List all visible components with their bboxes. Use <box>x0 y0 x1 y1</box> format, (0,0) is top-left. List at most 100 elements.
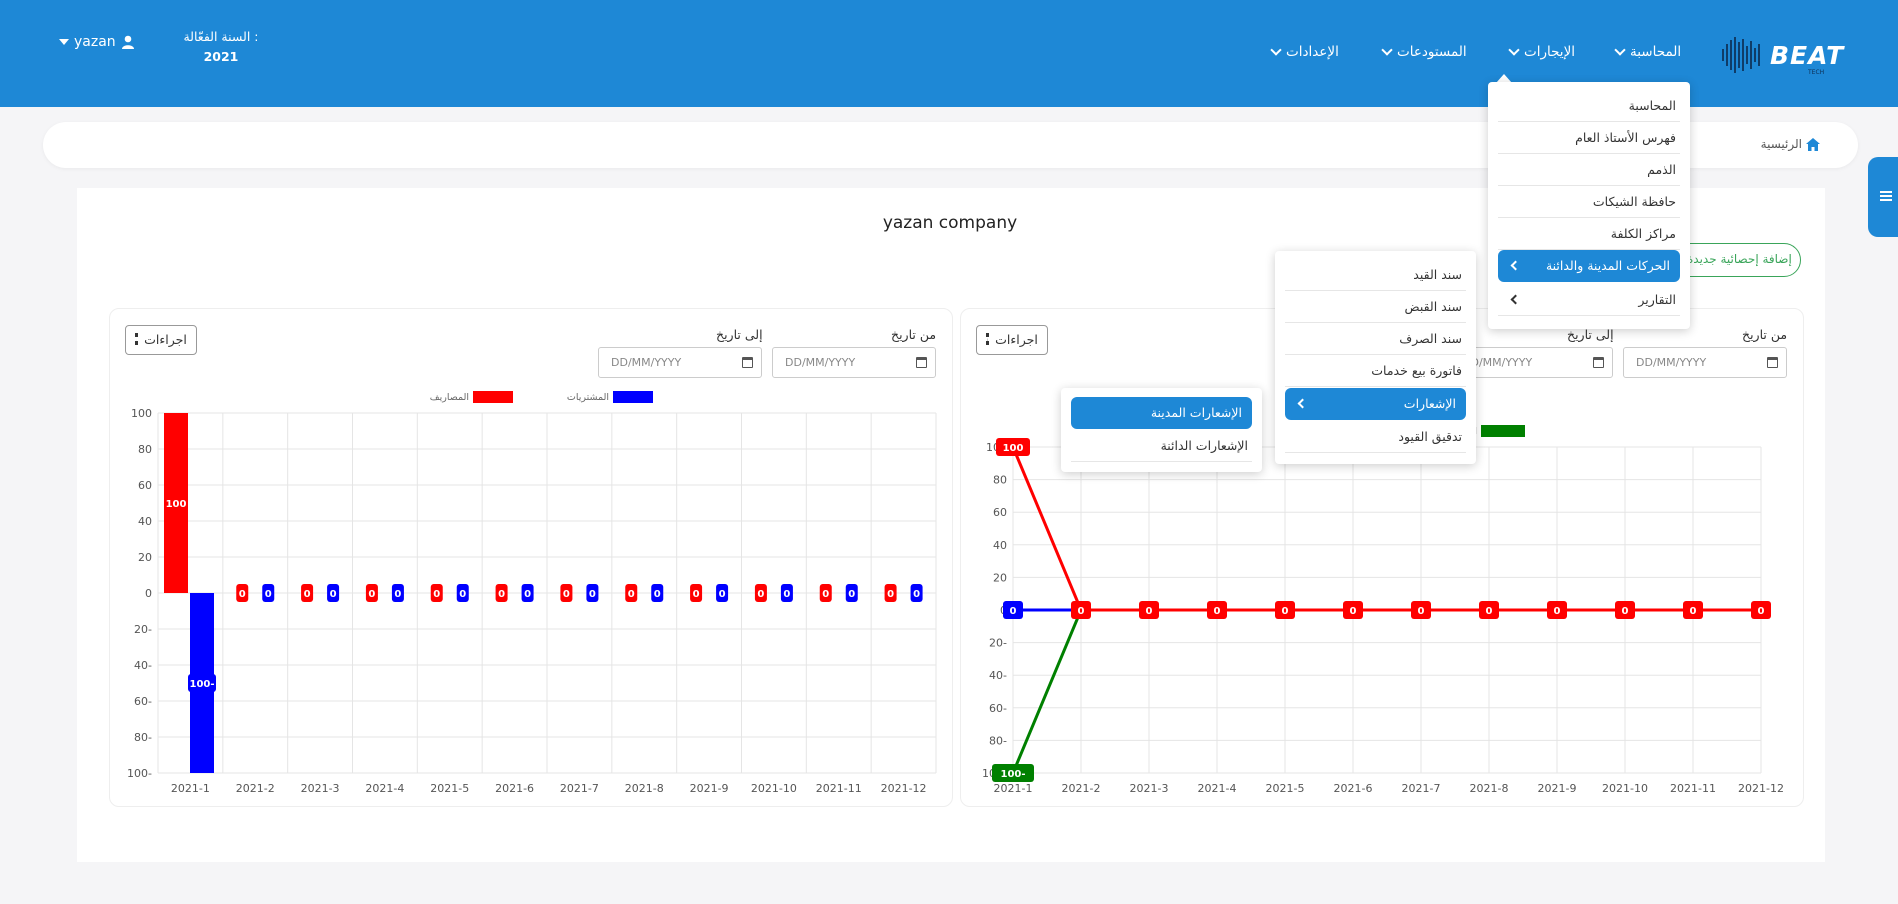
data-label: 0 <box>913 589 920 600</box>
data-label: 0 <box>848 589 855 600</box>
legend-label: المشتريات <box>567 392 609 403</box>
menu-item-accounting[interactable]: المحاسبة <box>1498 90 1680 122</box>
x-tick-label: 2021-10 <box>1602 782 1648 795</box>
data-label: 0 <box>433 589 440 600</box>
nav-settings[interactable]: الإعدادات <box>1270 44 1339 60</box>
hamburger-icon <box>1880 191 1892 193</box>
data-label: 0 <box>1010 606 1017 617</box>
menu-item-credit-notices[interactable]: الإشعارات الدائنة <box>1071 430 1252 462</box>
menu-item-notices[interactable]: الإشعارات <box>1285 388 1466 420</box>
data-label: 0 <box>757 589 764 600</box>
x-tick-label: 2021-7 <box>560 782 599 795</box>
menu-item-debit-credit[interactable]: الحركات المدينة والدائنة <box>1498 250 1680 282</box>
x-tick-label: 2021-4 <box>1198 782 1237 795</box>
y-tick-label: 0 <box>145 587 152 600</box>
chevron-left-icon <box>1510 294 1521 305</box>
menu-item-general-ledger[interactable]: فهرس الأستاذ العام <box>1498 122 1680 154</box>
y-tick-label: 20- <box>134 623 152 636</box>
x-tick-label: 2021-8 <box>625 782 664 795</box>
data-label: 0 <box>1486 606 1493 617</box>
menu-item-cheques[interactable]: حافظة الشيكات <box>1498 186 1680 218</box>
y-tick-label: 20 <box>138 551 152 564</box>
data-label: 0 <box>1282 606 1289 617</box>
data-label: 0 <box>654 589 661 600</box>
chevron-down-icon <box>1381 44 1393 56</box>
x-tick-label: 2021-8 <box>1470 782 1509 795</box>
data-label: 100 <box>166 499 187 510</box>
menu-item-payment-voucher[interactable]: سند الصرف <box>1285 323 1466 355</box>
menu-item-cost-centers[interactable]: مراكز الكلفة <box>1498 218 1680 250</box>
chevron-down-icon <box>1508 44 1520 56</box>
sidebar-toggle-button[interactable] <box>1868 157 1898 237</box>
nav-label: الإعدادات <box>1286 44 1339 60</box>
data-label: 0 <box>563 589 570 600</box>
expenses-bar-chart: 100 80 60 40 20 0 20- 40- 60- 80- 100- 2021-1 2021-2… <box>127 391 937 795</box>
data-label: 0 <box>1350 606 1357 617</box>
chart-panel-expenses: اجراءات إلى تاريخ من تاريخ DD/MM/YYYY DD… <box>109 308 953 807</box>
data-label: 100- <box>189 679 214 690</box>
home-icon <box>1806 137 1820 151</box>
x-tick-label: 2021-3 <box>301 782 340 795</box>
y-tick-label: 60- <box>134 695 152 708</box>
user-icon <box>121 35 134 49</box>
y-tick-label: 80- <box>989 734 1007 747</box>
nav-rentals[interactable]: الإيجارات <box>1508 44 1576 60</box>
data-label: 0 <box>783 589 790 600</box>
series-line <box>1011 608 1761 774</box>
nav-warehouses[interactable]: المستودعات <box>1381 44 1467 60</box>
menu-item-debit-notices[interactable]: الإشعارات المدينة <box>1071 397 1252 429</box>
x-tick-label: 2021-5 <box>1266 782 1305 795</box>
company-title: yazan company <box>882 213 1018 233</box>
accounting-menu: المحاسبة فهرس الأستاذ العام الذمم حافظة … <box>1488 82 1690 329</box>
data-label: 0 <box>589 589 596 600</box>
data-label: 0 <box>524 589 531 600</box>
data-label: 0 <box>1758 606 1765 617</box>
x-tick-label: 2021-9 <box>1538 782 1577 795</box>
data-label: 0 <box>330 589 337 600</box>
y-tick-label: 60- <box>989 702 1007 715</box>
data-label: 0 <box>1214 606 1221 617</box>
y-tick-label: 100- <box>127 767 152 780</box>
nav-accounting[interactable]: المحاسبة <box>1614 44 1681 60</box>
chevron-down-icon <box>1614 44 1626 56</box>
menu-item-receivables[interactable]: الذمم <box>1498 154 1680 186</box>
legend-swatch <box>1481 425 1525 437</box>
y-tick-label: 80 <box>138 443 152 456</box>
x-tick-label: 2021-10 <box>751 782 797 795</box>
nav-label: الإيجارات <box>1524 44 1576 60</box>
menu-item-label: التقارير <box>1638 292 1676 307</box>
y-tick-label: 20- <box>989 637 1007 650</box>
nav-label: المستودعات <box>1397 44 1467 60</box>
data-label: 100- <box>1000 769 1025 780</box>
breadcrumb-home-label: الرئيسية <box>1760 137 1802 151</box>
data-label: 100 <box>1003 443 1024 454</box>
x-tick-label: 2021-2 <box>236 782 275 795</box>
data-label: 0 <box>459 589 466 600</box>
menu-item-receipt-voucher[interactable]: سند القبض <box>1285 291 1466 323</box>
y-tick-label: 80- <box>134 731 152 744</box>
x-tick-label: 2021-2 <box>1062 782 1101 795</box>
menu-item-service-invoice[interactable]: فاتورة بيع خدمات <box>1285 355 1466 387</box>
x-tick-label: 2021-7 <box>1402 782 1441 795</box>
menu-item-journal-voucher[interactable]: سند القيد <box>1285 259 1466 291</box>
data-label: 0 <box>1146 606 1153 617</box>
x-tick-label: 2021-5 <box>430 782 469 795</box>
y-tick-label: 60 <box>138 479 152 492</box>
breadcrumb-home[interactable]: الرئيسية <box>1761 137 1820 151</box>
data-label: 0 <box>822 589 829 600</box>
notices-submenu: الإشعارات المدينة الإشعارات الدائنة <box>1061 388 1262 472</box>
menu-item-audit-entries[interactable]: تدقيق القيود <box>1285 421 1466 453</box>
beat-logo[interactable]: BEAT TECH <box>1722 33 1843 77</box>
x-tick-label: 2021-11 <box>1670 782 1716 795</box>
active-year-value: 2021 <box>203 49 239 64</box>
data-label: 0 <box>1690 606 1697 617</box>
menu-item-reports[interactable]: التقارير <box>1498 284 1680 316</box>
user-menu[interactable]: yazan <box>59 34 135 50</box>
data-label: 0 <box>1554 606 1561 617</box>
x-tick-label: 2021-12 <box>1738 782 1784 795</box>
legend-swatch <box>473 391 513 403</box>
menu-item-label: الحركات المدينة والدائنة <box>1545 258 1670 273</box>
caret-down-icon <box>59 39 69 45</box>
y-tick-label: 40 <box>993 539 1007 552</box>
logo-text: BEAT <box>1770 41 1845 70</box>
